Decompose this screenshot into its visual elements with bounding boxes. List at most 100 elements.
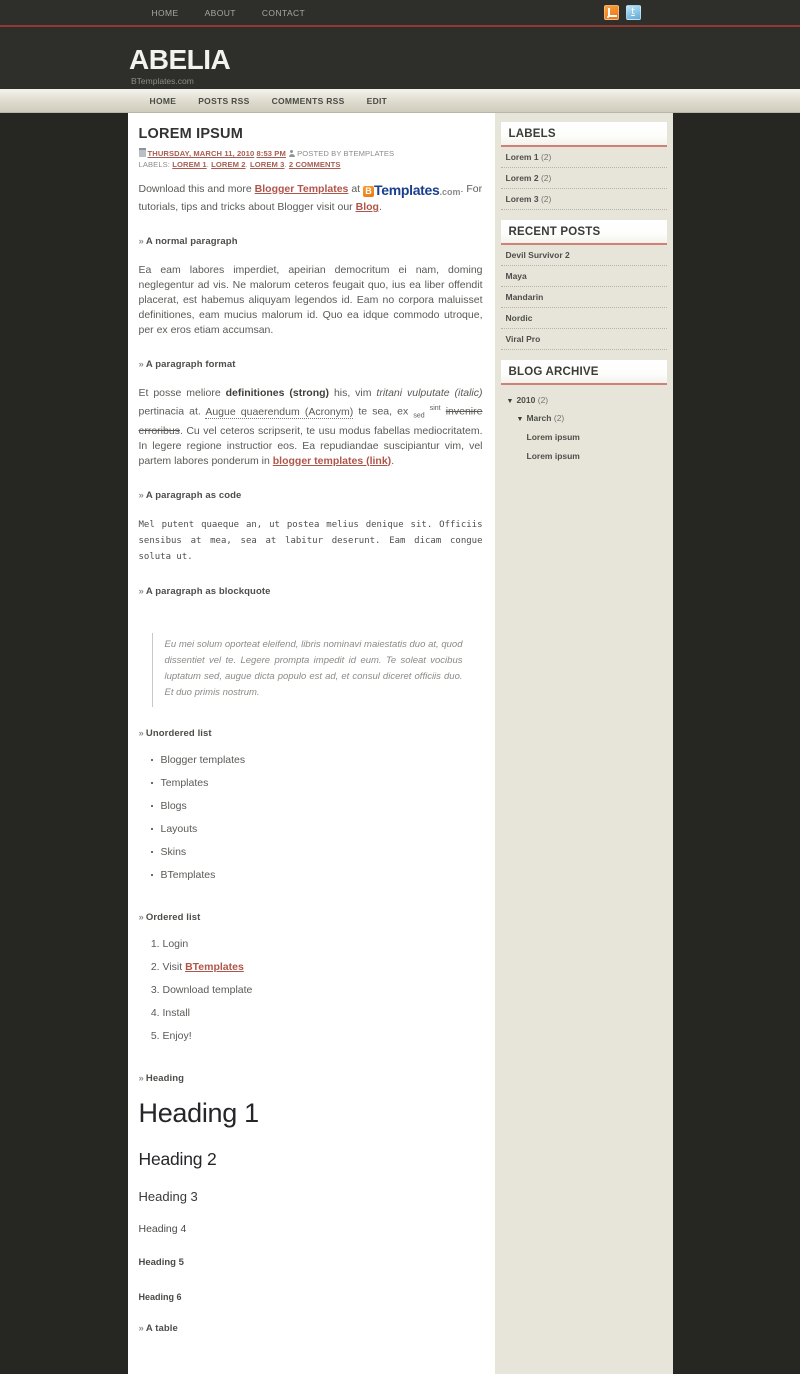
list-item: Enjoy!: [163, 1029, 483, 1052]
triangle-down-icon[interactable]: ▼: [507, 398, 514, 405]
section-table: » A table: [139, 1323, 483, 1334]
chevron-right-icon: »: [138, 489, 144, 501]
post-meta: THURSDAY, MARCH 11, 2010 8:53 PM POSTED …: [138, 148, 483, 170]
menu-item-comments-rss[interactable]: COMMENTS RSS: [261, 96, 356, 106]
top-nav-item-about[interactable]: ABOUT: [192, 8, 249, 18]
menu-item-posts-rss[interactable]: POSTS RSS: [187, 96, 260, 106]
list-item[interactable]: Lorem 3 (2): [500, 189, 667, 210]
blog-title[interactable]: ABELIA: [129, 30, 674, 74]
top-nav-link-about[interactable]: ABOUT: [192, 8, 249, 18]
menu-item-edit[interactable]: EDIT: [356, 96, 399, 106]
widget-title-blog-archive: BLOG ARCHIVE: [500, 360, 667, 385]
recent-post-link-4[interactable]: Nordic: [501, 308, 667, 328]
recent-post-link-3[interactable]: Mandarin: [501, 287, 667, 307]
fmt-superscript: sint: [429, 405, 441, 412]
list-item: Layouts: [150, 822, 483, 845]
archive-post-row[interactable]: Lorem ipsum: [505, 447, 667, 466]
list-item[interactable]: Lorem 2 (2): [500, 168, 667, 189]
section-paragraph-code-label: A paragraph as code: [145, 489, 242, 501]
list-item[interactable]: Viral Pro: [500, 329, 667, 350]
menu-link-edit[interactable]: EDIT: [356, 96, 399, 106]
top-nav-item-contact[interactable]: CONTACT: [249, 8, 318, 18]
label-link-lorem-2[interactable]: Lorem 2 (2): [501, 168, 667, 188]
btemplates-logo-word: Templates: [374, 182, 440, 198]
post-comments-link[interactable]: 2 COMMENTS: [289, 160, 341, 169]
section-unordered-list: » Unordered list: [139, 728, 483, 739]
section-paragraph-blockquote-label: A paragraph as blockquote: [145, 585, 271, 597]
post-label-3[interactable]: LOREM 3: [250, 160, 284, 169]
section-normal-paragraph: » A normal paragraph: [139, 236, 483, 247]
main-column: LOREM IPSUM THURSDAY, MARCH 11, 2010 8:5…: [127, 113, 495, 1374]
menu-link-home[interactable]: HOME: [139, 96, 188, 106]
unordered-list: Blogger templates Templates Blogs Layout…: [139, 753, 483, 891]
menu-link-comments-rss[interactable]: COMMENTS RSS: [261, 96, 356, 106]
list-item: Skins: [150, 845, 483, 868]
list-item[interactable]: Nordic: [500, 308, 667, 329]
blogger-templates-inline-link[interactable]: blogger templates (link): [273, 455, 391, 467]
fmt-t4: pertinacia at.: [138, 405, 206, 418]
list-item[interactable]: Lorem 1 (2): [500, 147, 667, 168]
rss-icon[interactable]: [603, 5, 619, 20]
demo-heading-4: Heading 4: [138, 1222, 187, 1235]
widget-recent-posts: RECENT POSTS Devil Survivor 2 Maya Manda…: [500, 220, 667, 350]
menu-item-home[interactable]: HOME: [139, 96, 188, 106]
triangle-down-icon[interactable]: ▼: [517, 416, 524, 423]
post-title[interactable]: LOREM IPSUM: [139, 126, 483, 142]
normal-paragraph-text: Ea eam labores imperdiet, apeirian democ…: [138, 264, 483, 336]
archive-year-row[interactable]: ▼ 2010 (2): [505, 392, 667, 410]
list-item[interactable]: Devil Survivor 2: [500, 245, 667, 266]
label-name: Lorem 1: [505, 152, 539, 162]
recent-post-link-5[interactable]: Viral Pro: [501, 329, 667, 349]
section-ordered-list-label: Ordered list: [145, 911, 201, 923]
post-label-2[interactable]: LOREM 2: [211, 160, 245, 169]
calendar-icon: [138, 148, 146, 157]
widget-labels: LABELS Lorem 1 (2) Lorem 2 (2) Lorem 3 (…: [500, 122, 667, 210]
code-block: Mel putent quaeque an, ut postea melius …: [138, 519, 488, 562]
demo-heading-1: Heading 1: [138, 1097, 260, 1128]
blogger-templates-link[interactable]: Blogger Templates: [255, 183, 349, 195]
top-nav-link-home[interactable]: HOME: [139, 8, 192, 18]
section-unordered-list-label: Unordered list: [145, 727, 212, 739]
archive-post-link-1[interactable]: Lorem ipsum: [527, 432, 580, 442]
top-navigation: HOME ABOUT CONTACT: [128, 8, 319, 18]
archive-post-row[interactable]: Lorem ipsum: [505, 428, 667, 447]
top-nav-item-home[interactable]: HOME: [139, 8, 192, 18]
label-name: Lorem 2: [505, 173, 539, 183]
demo-heading-2: Heading 2: [138, 1148, 217, 1169]
widget-blog-archive: BLOG ARCHIVE ▼ 2010 (2) ▼ March (2) Lorem …: [500, 360, 667, 466]
fmt-strong: definitiones (strong): [225, 387, 330, 399]
post-date-link[interactable]: THURSDAY, MARCH 11, 2010: [148, 149, 255, 158]
label-name: Lorem 3: [505, 194, 539, 204]
chevron-right-icon: »: [138, 727, 144, 739]
main-navigation: HOME POSTS RSS COMMENTS RSS EDIT: [128, 96, 399, 106]
section-heading-label: Heading: [145, 1072, 185, 1084]
intro-text-2: at: [348, 183, 363, 195]
list-item[interactable]: Mandarin: [500, 287, 667, 308]
label-sep-3: .: [284, 159, 287, 169]
recent-post-link-1[interactable]: Devil Survivor 2: [501, 245, 667, 265]
fmt-acronym: Augue quaerendum (Acronym): [205, 405, 354, 419]
twitter-icon[interactable]: t: [625, 5, 641, 20]
recent-posts-list: Devil Survivor 2 Maya Mandarin Nordic Vi…: [500, 245, 667, 350]
btemplates-logo: B Templates.com: [363, 183, 461, 200]
post-label-1[interactable]: LOREM 1: [172, 160, 206, 169]
section-paragraph-format-label: A paragraph format: [145, 359, 236, 370]
btemplates-list-link[interactable]: BTemplates: [185, 961, 244, 973]
menu-link-posts-rss[interactable]: POSTS RSS: [187, 96, 260, 106]
btemplates-logo-b: B: [363, 186, 374, 197]
social-icons: t: [603, 5, 673, 20]
recent-post-link-2[interactable]: Maya: [501, 266, 667, 286]
widget-title-recent-posts: RECENT POSTS: [500, 220, 667, 245]
top-nav-link-contact[interactable]: CONTACT: [249, 8, 318, 18]
list-item[interactable]: Maya: [500, 266, 667, 287]
section-table-label: A table: [145, 1322, 178, 1334]
archive-post-link-2[interactable]: Lorem ipsum: [527, 451, 580, 461]
label-sep-2: .: [245, 159, 248, 169]
archive-month-row[interactable]: ▼ March (2): [505, 410, 667, 428]
blog-link[interactable]: Blog: [356, 201, 379, 213]
list-item: Login: [163, 937, 483, 960]
label-link-lorem-1[interactable]: Lorem 1 (2): [501, 147, 667, 167]
label-link-lorem-3[interactable]: Lorem 3 (2): [501, 189, 667, 209]
chevron-right-icon: »: [138, 911, 144, 923]
post-time-link[interactable]: 8:53 PM: [257, 149, 286, 158]
